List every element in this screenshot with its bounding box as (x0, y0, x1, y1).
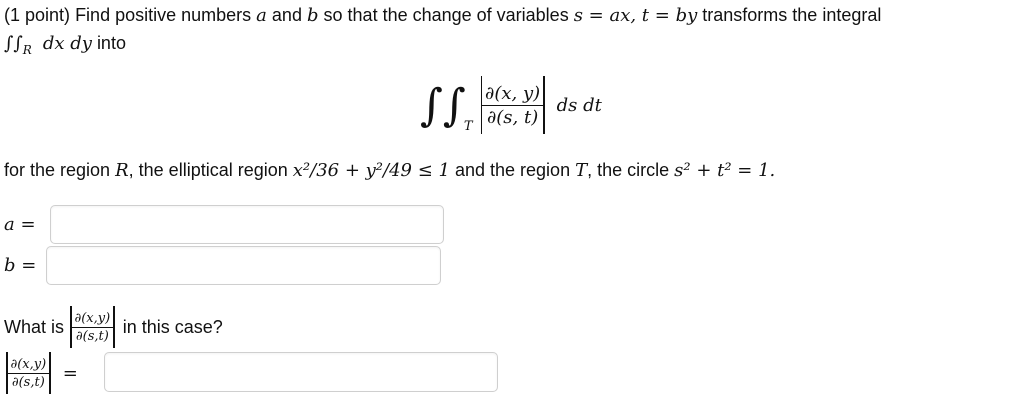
abs-bar-right (543, 76, 545, 134)
intro-text: Find positive numbers (75, 5, 252, 25)
jacobian-denominator: ∂(s, t) (486, 106, 539, 128)
display-integral: ∫∫ T ∂(x, y) ∂(s, t) ds dt (420, 72, 602, 138)
question-abs-bar-right (113, 306, 115, 348)
problem-statement-line-2: ∫∫R dx dy into (4, 33, 126, 57)
circle-equation: s² + t² = 1. (674, 160, 776, 181)
a-label: a = (4, 214, 36, 235)
question-jacobian-fraction: ∂(x,y) ∂(s,t) (71, 311, 114, 344)
small-double-integral: ∫∫R (4, 33, 32, 57)
in-this-case-text: in this case? (122, 316, 223, 337)
region-T: T (575, 160, 588, 181)
b-answer-input[interactable] (46, 246, 441, 285)
region-description: for the region R, the elliptical region … (4, 160, 775, 181)
region-lead-text: for the region (4, 160, 111, 180)
equals-sign: = (62, 362, 78, 384)
answer-jacobian-fraction: ∂(x,y) ∂(s,t) (7, 357, 50, 390)
question-jacobian-denominator: ∂(s,t) (75, 328, 109, 344)
var-b: b (306, 5, 319, 26)
answer-abs-bar-right (49, 352, 51, 394)
and-region-text: and the region (454, 160, 571, 180)
into-text: into (96, 33, 126, 53)
and-text: and (271, 5, 302, 25)
var-a: a (256, 5, 267, 26)
question-jacobian-numerator: ∂(x,y) (71, 311, 114, 328)
jacobian-answer-input[interactable] (104, 352, 498, 392)
transforms-text: transforms the integral (702, 5, 882, 25)
jacobian-numerator: ∂(x, y) (482, 83, 544, 106)
jacobian-question: What is ∂(x,y) ∂(s,t) in this case? (4, 304, 223, 350)
answer-jacobian-numerator: ∂(x,y) (7, 357, 50, 374)
dsdt: ds dt (556, 94, 602, 116)
a-answer-input[interactable] (50, 205, 444, 244)
region-R: R (115, 160, 129, 181)
dxdy: dx dy (42, 33, 92, 54)
region-T-subscript: T (463, 119, 473, 134)
region-mid-text: , the elliptical region (128, 160, 288, 180)
display-integral-sign: ∫∫ (420, 79, 466, 131)
what-is-text: What is (4, 316, 65, 337)
circle-lead-text: , the circle (587, 160, 670, 180)
so-that-text: so that the change of variables (323, 5, 569, 25)
substitution-formula: s = ax, t = by (573, 5, 698, 26)
problem-statement-line-1: (1 point) Find positive numbers a and b … (4, 5, 881, 26)
answer-jacobian-denominator: ∂(s,t) (11, 374, 45, 390)
jacobian-answer-label: ∂(x,y) ∂(s,t) = (6, 350, 78, 396)
b-label: b = (4, 255, 37, 276)
jacobian-fraction: ∂(x, y) ∂(s, t) (482, 83, 544, 128)
points-label: (1 point) (4, 5, 71, 25)
ellipse-inequality: x²/36 + y²/49 ≤ 1 (292, 160, 450, 181)
